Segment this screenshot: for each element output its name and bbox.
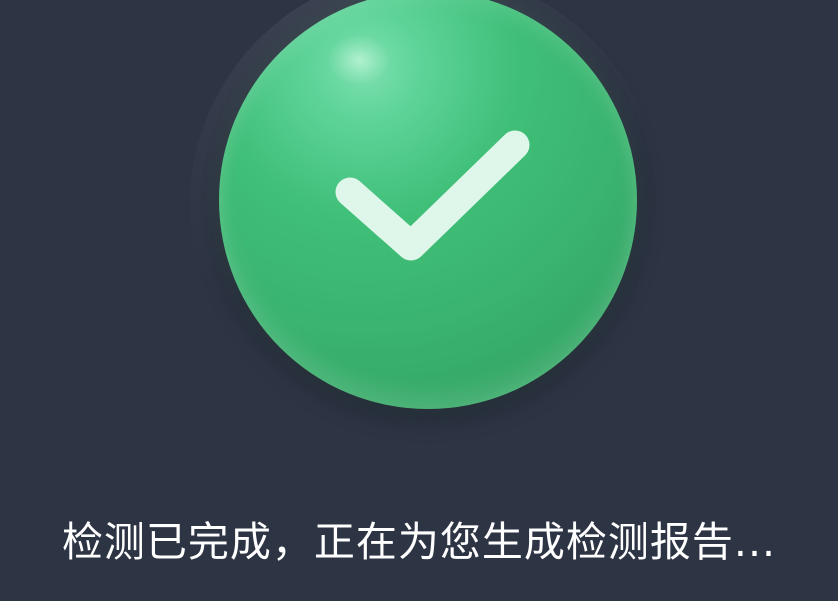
success-check-circle xyxy=(219,0,637,409)
status-message: 检测已完成，正在为您生成检测报告... xyxy=(61,518,777,566)
check-icon xyxy=(335,130,530,261)
